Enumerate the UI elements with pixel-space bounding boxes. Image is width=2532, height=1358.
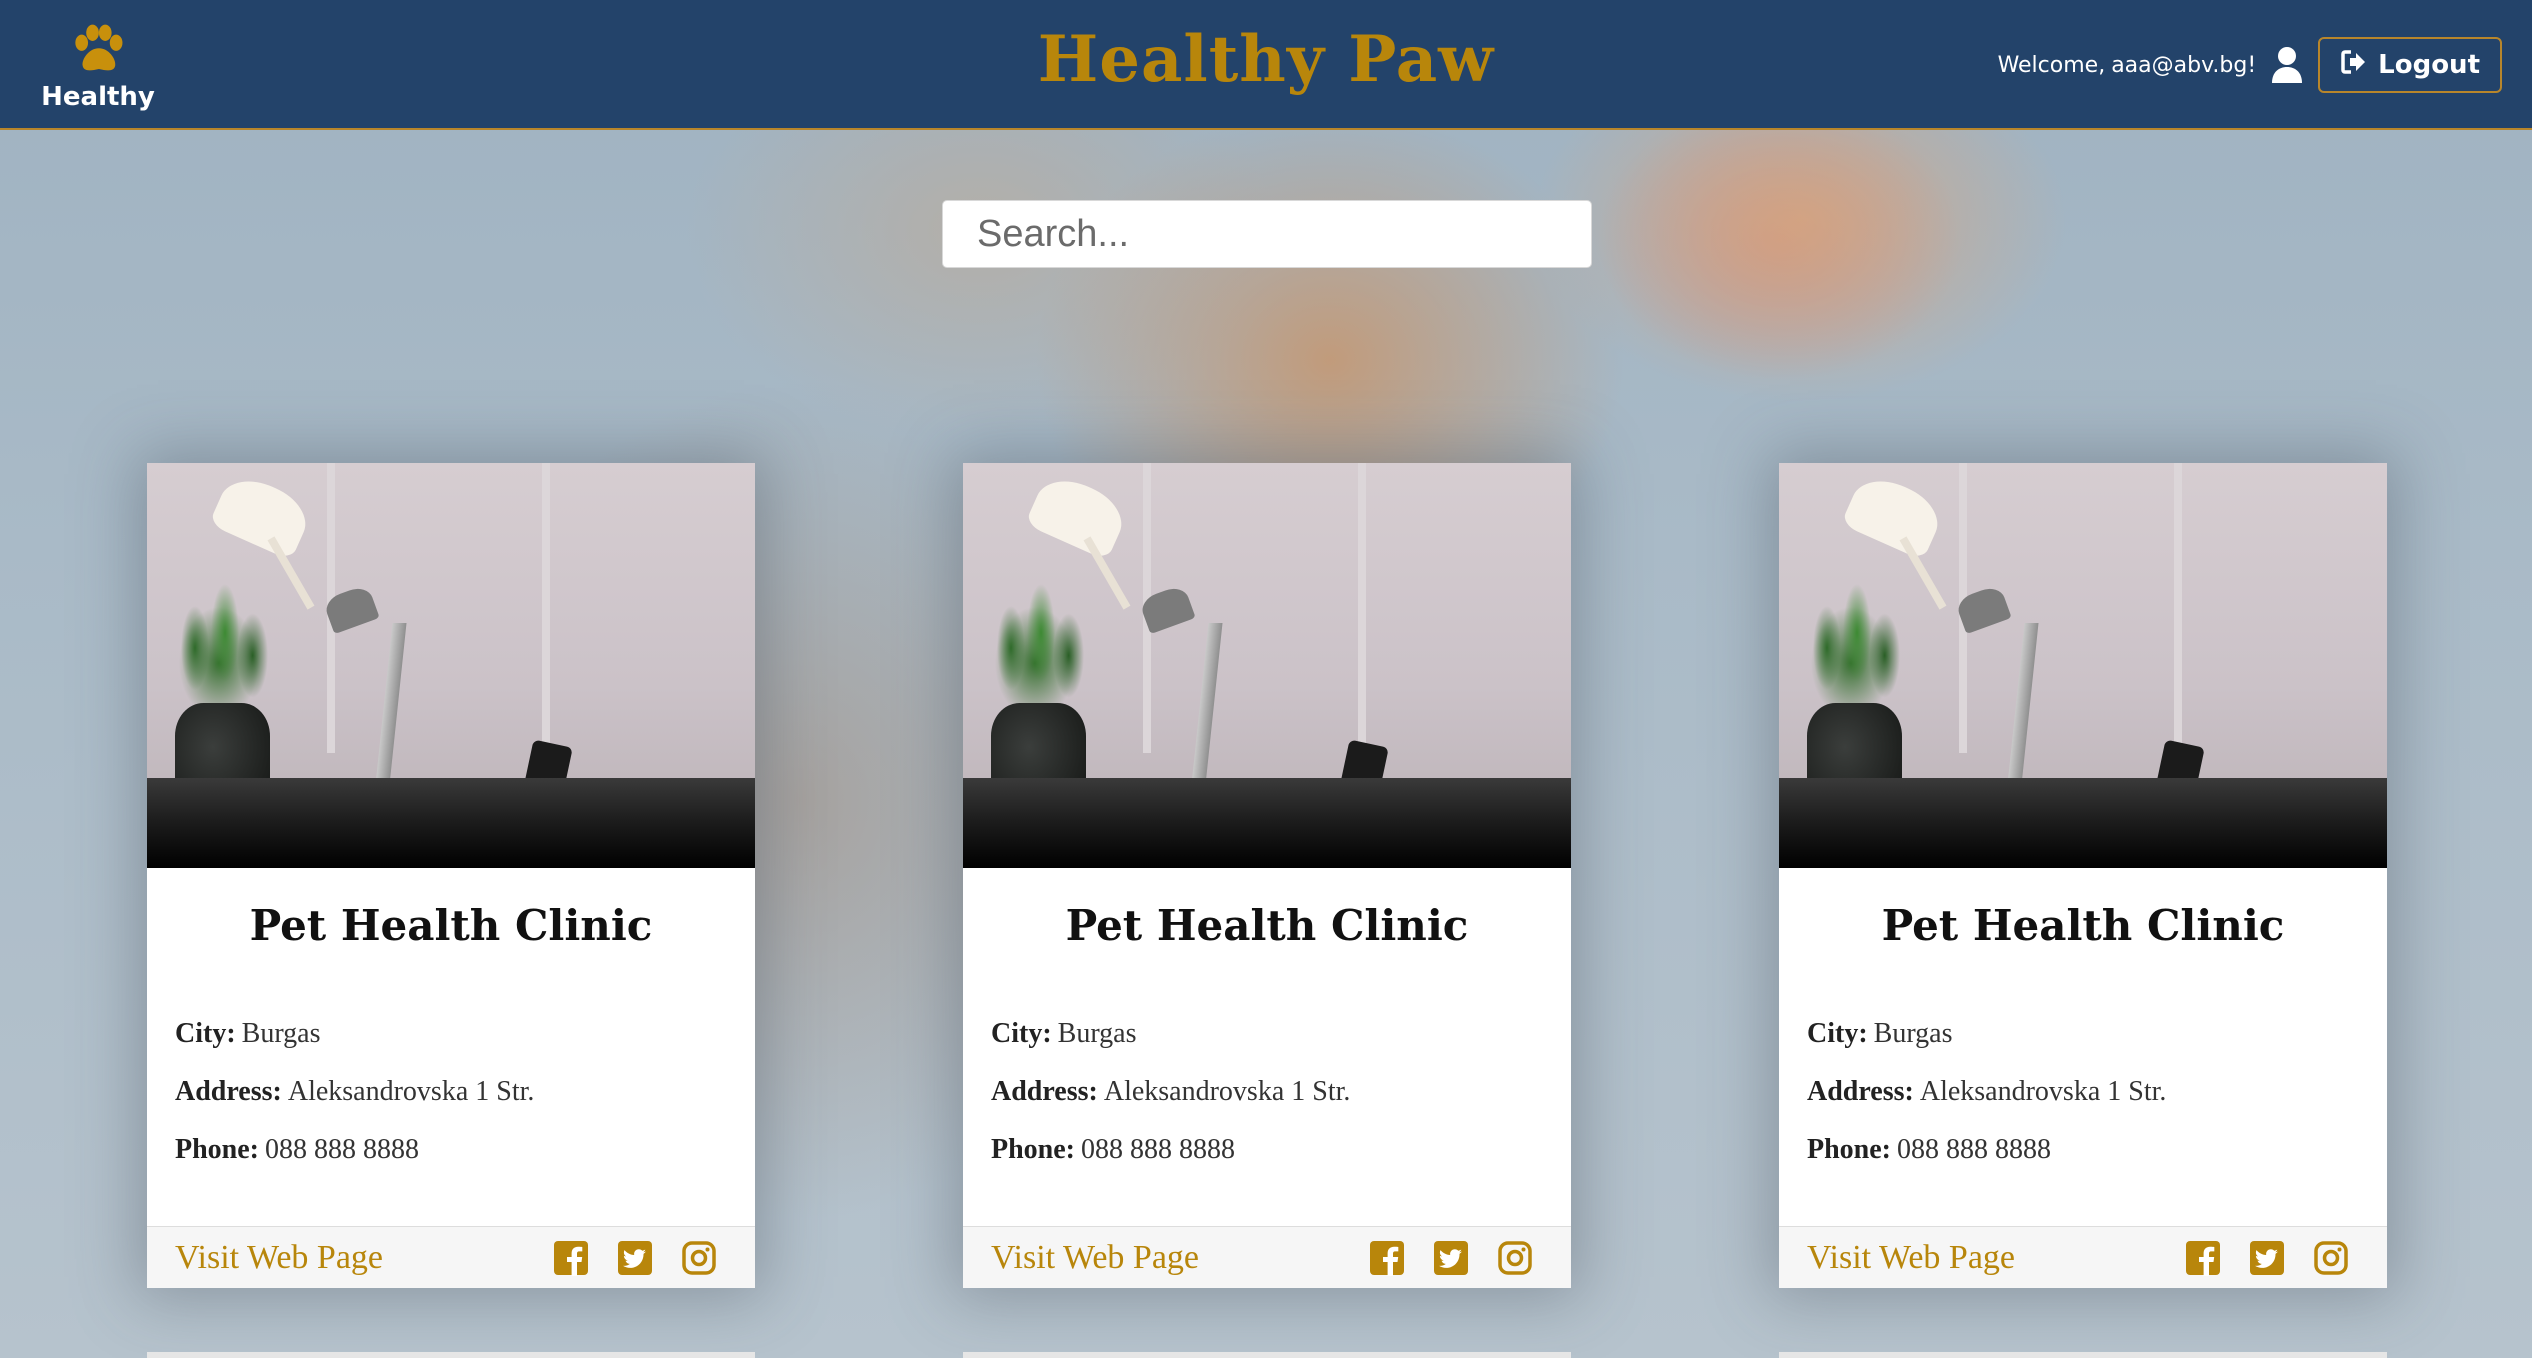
clinic-city: City: Burgas (1807, 1018, 1953, 1049)
clinic-image (963, 463, 1571, 868)
logout-button[interactable]: Logout (2318, 37, 2502, 93)
instagram-icon[interactable] (681, 1240, 717, 1276)
clinic-card: Pet Health Clinic City: Burgas Address: Al… (147, 463, 755, 1288)
clinic-address: Address: Aleksandrovska 1 Str. (1807, 1076, 2167, 1107)
welcome-prefix: Welcome, (1997, 52, 2106, 78)
next-card-edge (963, 1352, 1571, 1358)
visit-web-page-link[interactable]: Visit Web Page (1807, 1239, 2015, 1277)
clinic-title: Pet Health Clinic (249, 901, 653, 950)
user-area: Welcome, aaa@abv.bg! Logout (1998, 36, 2502, 94)
twitter-icon[interactable] (617, 1240, 653, 1276)
instagram-icon[interactable] (2313, 1240, 2349, 1276)
twitter-icon[interactable] (2249, 1240, 2285, 1276)
next-card-edge (147, 1352, 755, 1358)
facebook-icon[interactable] (1369, 1240, 1405, 1276)
user-icon[interactable] (2270, 46, 2304, 84)
instagram-icon[interactable] (1497, 1240, 1533, 1276)
facebook-icon[interactable] (553, 1240, 589, 1276)
welcome-message: Welcome, aaa@abv.bg! (1998, 53, 2257, 78)
welcome-user: aaa@abv.bg! (2111, 52, 2257, 78)
clinic-phone: Phone: 088 888 8888 (991, 1134, 1235, 1165)
visit-web-page-link[interactable]: Visit Web Page (991, 1239, 1199, 1277)
facebook-icon[interactable] (2185, 1240, 2221, 1276)
clinic-title: Pet Health Clinic (1881, 901, 2285, 950)
logout-label: Logout (2378, 50, 2480, 80)
clinic-card: Pet Health Clinic City: Burgas Address: Al… (963, 463, 1571, 1288)
visit-web-page-link[interactable]: Visit Web Page (175, 1239, 383, 1277)
twitter-icon[interactable] (1433, 1240, 1469, 1276)
search-input[interactable] (942, 200, 1592, 268)
card-footer: Visit Web Page (147, 1226, 755, 1288)
clinic-address: Address: Aleksandrovska 1 Str. (175, 1076, 535, 1107)
card-footer: Visit Web Page (1779, 1226, 2387, 1288)
clinic-address: Address: Aleksandrovska 1 Str. (991, 1076, 1351, 1107)
sign-out-icon (2340, 48, 2368, 83)
clinic-title: Pet Health Clinic (1065, 901, 1469, 950)
navbar: Healthy Healthy Paw Welcome, aaa@abv.bg! … (0, 0, 2532, 130)
card-footer: Visit Web Page (963, 1226, 1571, 1288)
clinic-phone: Phone: 088 888 8888 (175, 1134, 419, 1165)
clinic-city: City: Burgas (991, 1018, 1137, 1049)
clinic-card: Pet Health Clinic City: Burgas Address: Al… (1779, 463, 2387, 1288)
clinic-image (1779, 463, 2387, 868)
clinic-image (147, 463, 755, 868)
clinic-city: City: Burgas (175, 1018, 321, 1049)
clinic-phone: Phone: 088 888 8888 (1807, 1134, 2051, 1165)
next-card-edge (1779, 1352, 2387, 1358)
